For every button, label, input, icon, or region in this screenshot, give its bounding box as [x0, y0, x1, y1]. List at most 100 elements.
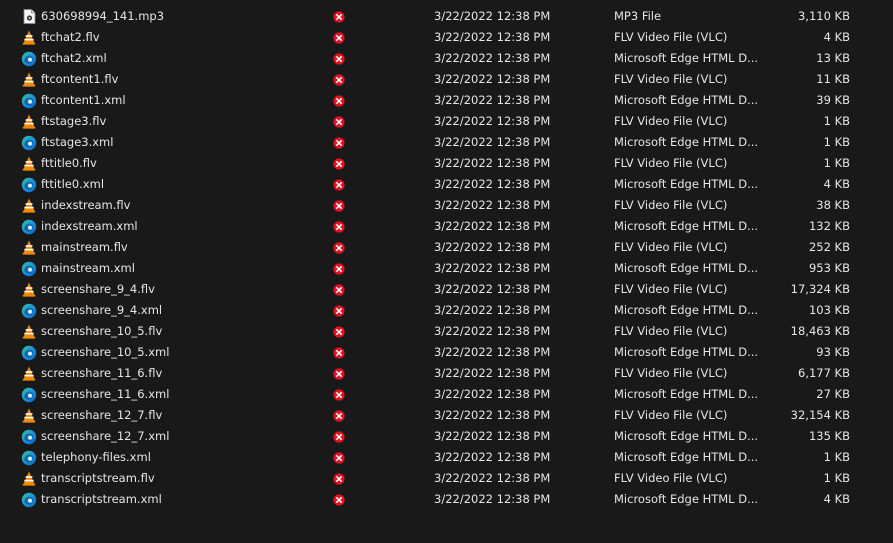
file-type: Microsoft Edge HTML D... [614, 93, 759, 107]
file-size: 4 KB [823, 30, 850, 44]
date-modified: 3/22/2022 12:38 PM [434, 114, 551, 128]
sync-error-icon [332, 300, 346, 321]
date-modified: 3/22/2022 12:38 PM [434, 408, 551, 422]
sync-error-icon [332, 342, 346, 363]
sync-error-icon [332, 237, 346, 258]
file-type: Microsoft Edge HTML D... [614, 387, 759, 401]
sync-error-icon [332, 48, 346, 69]
edge-icon [21, 90, 37, 111]
edge-icon [21, 48, 37, 69]
vlc-cone-icon [21, 27, 37, 48]
file-name: indexstream.xml [41, 219, 138, 233]
file-row[interactable]: screenshare_12_7.xml 3/22/2022 12:38 PM … [0, 426, 893, 447]
file-row[interactable]: telephony-files.xml 3/22/2022 12:38 PM M… [0, 447, 893, 468]
sync-error-icon [332, 174, 346, 195]
file-name: screenshare_10_5.xml [41, 345, 170, 359]
file-row[interactable]: mainstream.flv 3/22/2022 12:38 PM FLV Vi… [0, 237, 893, 258]
sync-error-icon [332, 468, 346, 489]
file-row[interactable]: screenshare_10_5.flv 3/22/2022 12:38 PM … [0, 321, 893, 342]
file-row[interactable]: 630698994_141.mp3 3/22/2022 12:38 PM MP3… [0, 6, 893, 27]
file-row[interactable]: transcriptstream.flv 3/22/2022 12:38 PM … [0, 468, 893, 489]
file-type: Microsoft Edge HTML D... [614, 429, 759, 443]
mp3-file-icon [21, 6, 37, 27]
file-row[interactable]: screenshare_12_7.flv 3/22/2022 12:38 PM … [0, 405, 893, 426]
file-type: Microsoft Edge HTML D... [614, 303, 759, 317]
file-name: ftchat2.flv [41, 30, 100, 44]
date-modified: 3/22/2022 12:38 PM [434, 303, 551, 317]
file-type: FLV Video File (VLC) [614, 366, 728, 380]
file-row[interactable]: ftchat2.flv 3/22/2022 12:38 PM FLV Video… [0, 27, 893, 48]
sync-error-icon [332, 27, 346, 48]
file-name: transcriptstream.xml [41, 492, 162, 506]
file-row[interactable]: transcriptstream.xml 3/22/2022 12:38 PM … [0, 489, 893, 510]
file-row[interactable]: screenshare_9_4.flv 3/22/2022 12:38 PM F… [0, 279, 893, 300]
date-modified: 3/22/2022 12:38 PM [434, 135, 551, 149]
vlc-cone-icon [21, 468, 37, 489]
date-modified: 3/22/2022 12:38 PM [434, 450, 551, 464]
file-name: telephony-files.xml [41, 450, 151, 464]
file-size: 252 KB [808, 240, 850, 254]
date-modified: 3/22/2022 12:38 PM [434, 429, 551, 443]
file-size: 4 KB [823, 492, 850, 506]
vlc-cone-icon [21, 279, 37, 300]
date-modified: 3/22/2022 12:38 PM [434, 51, 551, 65]
file-name: mainstream.flv [41, 240, 128, 254]
file-row[interactable]: indexstream.xml 3/22/2022 12:38 PM Micro… [0, 216, 893, 237]
file-row[interactable]: ftstage3.xml 3/22/2022 12:38 PM Microsof… [0, 132, 893, 153]
edge-icon [21, 426, 37, 447]
vlc-cone-icon [21, 153, 37, 174]
date-modified: 3/22/2022 12:38 PM [434, 324, 551, 338]
file-name: fttitle0.flv [41, 156, 97, 170]
sync-error-icon [332, 363, 346, 384]
sync-error-icon [332, 216, 346, 237]
file-name: screenshare_12_7.flv [41, 408, 163, 422]
date-modified: 3/22/2022 12:38 PM [434, 366, 551, 380]
date-modified: 3/22/2022 12:38 PM [434, 30, 551, 44]
file-size: 13 KB [816, 51, 850, 65]
file-type: FLV Video File (VLC) [614, 156, 728, 170]
file-type: FLV Video File (VLC) [614, 240, 728, 254]
file-type: FLV Video File (VLC) [614, 114, 728, 128]
file-row[interactable]: screenshare_10_5.xml 3/22/2022 12:38 PM … [0, 342, 893, 363]
sync-error-icon [332, 195, 346, 216]
date-modified: 3/22/2022 12:38 PM [434, 261, 551, 275]
file-name: 630698994_141.mp3 [41, 9, 165, 23]
file-size: 4 KB [823, 177, 850, 191]
file-row[interactable]: fttitle0.flv 3/22/2022 12:38 PM FLV Vide… [0, 153, 893, 174]
date-modified: 3/22/2022 12:38 PM [434, 72, 551, 86]
vlc-cone-icon [21, 111, 37, 132]
sync-error-icon [332, 489, 346, 510]
file-row[interactable]: screenshare_11_6.xml 3/22/2022 12:38 PM … [0, 384, 893, 405]
sync-error-icon [332, 132, 346, 153]
file-row[interactable]: ftcontent1.flv 3/22/2022 12:38 PM FLV Vi… [0, 69, 893, 90]
file-size: 18,463 KB [790, 324, 850, 338]
file-row[interactable]: screenshare_9_4.xml 3/22/2022 12:38 PM M… [0, 300, 893, 321]
file-name: ftcontent1.xml [41, 93, 126, 107]
file-type: Microsoft Edge HTML D... [614, 219, 759, 233]
file-name: mainstream.xml [41, 261, 135, 275]
date-modified: 3/22/2022 12:38 PM [434, 156, 551, 170]
file-row[interactable]: ftchat2.xml 3/22/2022 12:38 PM Microsoft… [0, 48, 893, 69]
file-row[interactable]: ftcontent1.xml 3/22/2022 12:38 PM Micros… [0, 90, 893, 111]
file-size: 1 KB [823, 450, 850, 464]
file-row[interactable]: screenshare_11_6.flv 3/22/2022 12:38 PM … [0, 363, 893, 384]
file-row[interactable]: mainstream.xml 3/22/2022 12:38 PM Micros… [0, 258, 893, 279]
file-row[interactable]: ftstage3.flv 3/22/2022 12:38 PM FLV Vide… [0, 111, 893, 132]
date-modified: 3/22/2022 12:38 PM [434, 240, 551, 254]
sync-error-icon [332, 426, 346, 447]
sync-error-icon [332, 279, 346, 300]
file-row[interactable]: fttitle0.xml 3/22/2022 12:38 PM Microsof… [0, 174, 893, 195]
file-size: 32,154 KB [790, 408, 850, 422]
file-size: 953 KB [808, 261, 850, 275]
date-modified: 3/22/2022 12:38 PM [434, 198, 551, 212]
file-type: FLV Video File (VLC) [614, 198, 728, 212]
vlc-cone-icon [21, 405, 37, 426]
file-row[interactable]: indexstream.flv 3/22/2022 12:38 PM FLV V… [0, 195, 893, 216]
edge-icon [21, 447, 37, 468]
file-type: Microsoft Edge HTML D... [614, 261, 759, 275]
edge-icon [21, 258, 37, 279]
file-type: Microsoft Edge HTML D... [614, 51, 759, 65]
sync-error-icon [332, 6, 346, 27]
file-size: 38 KB [816, 198, 850, 212]
file-list: 630698994_141.mp3 3/22/2022 12:38 PM MP3… [0, 6, 893, 510]
